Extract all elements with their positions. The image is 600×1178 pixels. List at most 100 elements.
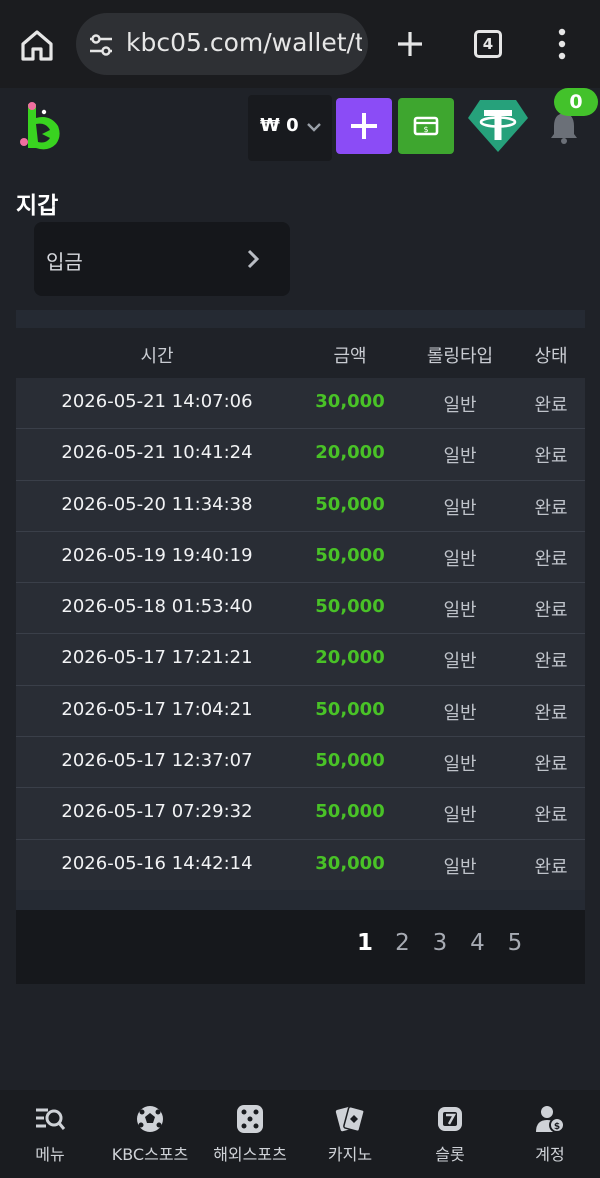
slot-seven-icon — [438, 1107, 462, 1131]
cell-amount: 20,000 — [315, 647, 385, 669]
bottom-navigation: 메뉴 KBC스포츠 해외스포츠 카지노 슬롯 $ 계정 — [0, 1090, 600, 1178]
page-title: 지갑 — [16, 193, 59, 219]
nav-item-overseas-sports[interactable]: 해외스포츠 — [200, 1090, 300, 1178]
table-row: 2026-05-20 11:34:38 50,000 일반 완료 — [16, 480, 585, 532]
table-body: 2026-05-21 14:07:06 30,000 일반 완료 2026-05-21 … — [16, 378, 585, 891]
cell-status: 완료 — [534, 446, 568, 468]
cell-amount: 50,000 — [315, 801, 385, 823]
cell-status: 완료 — [534, 395, 568, 416]
pagination: 12345 — [16, 930, 585, 966]
cell-time: 2026-05-17 12:37:07 — [61, 750, 253, 772]
notification-badge: 0 — [554, 88, 598, 116]
cell-amount: 20,000 — [315, 442, 385, 464]
cell-status: 완료 — [534, 497, 568, 519]
page-link-3[interactable]: 3 — [425, 930, 455, 956]
browser-toolbar: kbc05.com/wallet/tra 4 — [0, 0, 600, 88]
url-text[interactable]: kbc05.com/wallet/tra — [126, 28, 362, 57]
cell-rolling-type: 일반 — [443, 702, 477, 724]
cell-amount: 50,000 — [315, 493, 385, 515]
page-link-4[interactable]: 4 — [463, 930, 493, 956]
column-header-time: 시간 — [140, 346, 174, 367]
page-link-1[interactable]: 1 — [350, 930, 380, 956]
nav-label-casino: 카지노 — [327, 1145, 373, 1164]
nav-label-kbc-sports: KBC스포츠 — [111, 1145, 189, 1164]
cell-time: 2026-05-21 10:41:24 — [61, 442, 253, 464]
cash-button[interactable]: $ — [398, 98, 454, 154]
deposit-tab[interactable]: 입금 — [34, 222, 290, 296]
cell-time: 2026-05-17 17:21:21 — [61, 647, 253, 669]
table-row: 2026-05-21 14:07:06 30,000 일반 완료 — [16, 378, 585, 430]
nav-label-account: 계정 — [535, 1145, 565, 1164]
cell-rolling-type: 일반 — [443, 446, 477, 468]
cell-amount: 30,000 — [315, 391, 385, 412]
nav-label-menu: 메뉴 — [35, 1145, 65, 1164]
cell-amount: 50,000 — [315, 750, 385, 772]
cell-time: 2026-05-17 07:29:32 — [61, 801, 253, 823]
site-logo[interactable] — [16, 98, 66, 154]
home-icon[interactable] — [18, 26, 56, 64]
transaction-table: 시간 금액 롤링타입 상태 2026-05-21 14:07:06 30,000 일… — [16, 310, 585, 984]
new-tab-icon[interactable] — [392, 25, 428, 63]
cell-status: 완료 — [534, 856, 568, 878]
plus-icon — [351, 113, 377, 139]
address-bar[interactable]: kbc05.com/wallet/tra — [76, 13, 368, 75]
column-header-status: 상태 — [534, 346, 568, 367]
cell-rolling-type: 일반 — [443, 497, 477, 519]
cell-status: 완료 — [534, 651, 568, 673]
cell-time: 2026-05-20 11:34:38 — [61, 493, 253, 515]
cell-time: 2026-05-18 01:53:40 — [61, 596, 253, 618]
cell-status: 완료 — [534, 548, 568, 570]
cell-status: 완료 — [534, 702, 568, 724]
add-funds-button[interactable] — [336, 98, 392, 154]
table-row: 2026-05-21 10:41:24 20,000 일반 완료 — [16, 429, 585, 481]
cell-rolling-type: 일반 — [443, 651, 477, 673]
tab-switcher-button[interactable]: 4 — [474, 30, 502, 58]
nav-item-slot[interactable]: 슬롯 — [400, 1090, 500, 1178]
cell-rolling-type: 일반 — [443, 754, 477, 776]
site-settings-icon[interactable] — [88, 32, 114, 58]
cell-time: 2026-05-17 17:04:21 — [61, 698, 253, 720]
table-row: 2026-05-17 12:37:07 50,000 일반 완료 — [16, 737, 585, 789]
tether-icon — [468, 100, 528, 152]
tether-button[interactable] — [466, 96, 530, 156]
cell-rolling-type: 일반 — [443, 600, 477, 622]
cell-rolling-type: 일반 — [443, 805, 477, 827]
cell-amount: 30,000 — [315, 852, 385, 874]
cell-time: 2026-05-19 19:40:19 — [61, 544, 253, 566]
cell-status: 완료 — [534, 754, 568, 776]
page-link-5[interactable]: 5 — [500, 930, 530, 956]
cell-status: 완료 — [534, 600, 568, 622]
cell-rolling-type: 일반 — [443, 548, 477, 570]
cell-amount: 50,000 — [315, 544, 385, 566]
cards-icon — [335, 1106, 365, 1132]
nav-item-kbc-sports[interactable]: KBC스포츠 — [100, 1090, 200, 1178]
table-row: 2026-05-17 07:29:32 50,000 일반 완료 — [16, 788, 585, 840]
nav-item-casino[interactable]: 카지노 — [300, 1090, 400, 1178]
column-header-amount: 금액 — [333, 346, 367, 367]
table-top-strip — [16, 310, 585, 328]
table-row: 2026-05-16 14:42:14 30,000 일반 완료 — [16, 839, 585, 891]
nav-label-slot: 슬롯 — [435, 1145, 465, 1164]
cell-status: 완료 — [534, 805, 568, 827]
svg-text:$: $ — [554, 1122, 560, 1132]
table-bottom-strip — [16, 890, 585, 910]
dice-icon — [237, 1105, 263, 1133]
column-header-rolling-type: 롤링타입 — [426, 346, 494, 367]
site-header: ₩ 0 $ 0 — [0, 88, 600, 166]
menu-search-icon — [36, 1108, 66, 1130]
nav-item-account[interactable]: $ 계정 — [500, 1090, 600, 1178]
balance-dropdown[interactable]: ₩ 0 — [248, 95, 332, 161]
table-row: 2026-05-18 01:53:40 50,000 일반 완료 — [16, 583, 585, 635]
balance-amount: ₩ 0 — [260, 115, 299, 136]
table-row: 2026-05-17 17:04:21 50,000 일반 완료 — [16, 685, 585, 738]
cell-time: 2026-05-16 14:42:14 — [61, 852, 253, 874]
cell-time: 2026-05-21 14:07:06 — [61, 391, 253, 412]
nav-item-menu[interactable]: 메뉴 — [0, 1090, 100, 1178]
cell-rolling-type: 일반 — [443, 395, 477, 416]
more-options-icon[interactable] — [552, 26, 572, 62]
table-header: 시간 금액 롤링타입 상태 — [16, 328, 585, 378]
chevron-down-icon — [307, 123, 321, 132]
svg-text:$: $ — [423, 125, 428, 134]
page-link-2[interactable]: 2 — [388, 930, 418, 956]
table-row: 2026-05-19 19:40:19 50,000 일반 완료 — [16, 531, 585, 584]
